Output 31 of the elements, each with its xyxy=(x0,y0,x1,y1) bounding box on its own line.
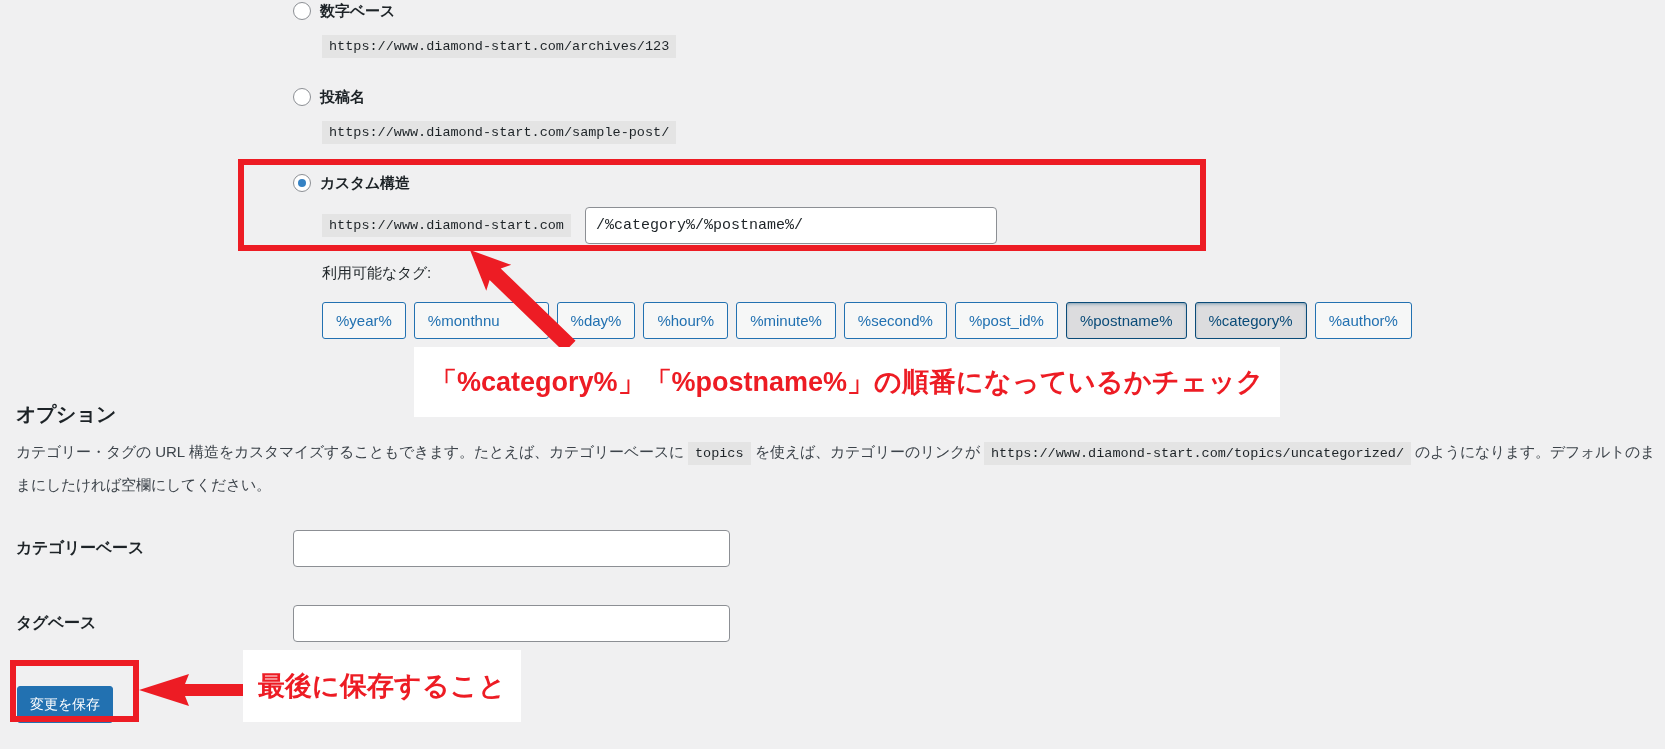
description-text: カテゴリー・タグの URL 構造をカスタマイズすることもできます。たとえば、カテゴリーベースに topics を使えば、カテゴリーのリンクが https://www.diamond-start.com/topics/uncategorized/ のようになります。デフォルトのままにしたければ空欄にしてください。 xyxy=(16,441,1657,495)
radio-button[interactable] xyxy=(293,88,311,106)
url-example: https://www.diamond-start.com/sample-post/ xyxy=(322,121,677,144)
option-label: カスタム構造 xyxy=(320,173,410,193)
annotation-text: 最後に保存すること xyxy=(243,650,521,722)
input-field[interactable] xyxy=(293,605,730,642)
option-label: 数字ベース xyxy=(320,1,395,21)
tag-button[interactable]: %hour% xyxy=(643,302,729,339)
code-snippet: topics xyxy=(687,442,751,465)
field-label: カテゴリーベース xyxy=(16,538,145,558)
tag-button[interactable]: %second% xyxy=(843,302,947,339)
tag-button[interactable]: %category% xyxy=(1194,302,1307,339)
annotation-text: 「%category%」「%postname%」の順番になっているかチェック xyxy=(414,347,1280,417)
section-heading: オプション xyxy=(16,402,117,427)
code-snippet: https://www.diamond-start.com/topics/uncategorized/ xyxy=(983,442,1412,465)
available-tags-label: 利用可能なタグ: xyxy=(322,264,432,283)
url-example: https://www.diamond-start.com/archives/123 xyxy=(322,35,677,58)
field-label: タグベース xyxy=(16,613,97,633)
option-label: 投稿名 xyxy=(320,87,365,107)
input-field[interactable] xyxy=(293,530,730,567)
tag-button[interactable]: %author% xyxy=(1314,302,1412,339)
arrow-icon xyxy=(139,674,245,706)
url-example: https://www.diamond-start.com xyxy=(322,214,571,237)
tag-button[interactable]: %year% xyxy=(322,302,406,339)
tag-button[interactable]: %minute% xyxy=(736,302,836,339)
tag-button[interactable]: %postname% xyxy=(1065,302,1187,339)
tag-button[interactable]: %post_id% xyxy=(954,302,1058,339)
input-field[interactable]: /%category%/%postname%/ xyxy=(584,207,997,244)
tag-button[interactable]: %day% xyxy=(556,302,636,339)
radio-button[interactable] xyxy=(293,2,311,20)
radio-button[interactable] xyxy=(293,174,311,192)
